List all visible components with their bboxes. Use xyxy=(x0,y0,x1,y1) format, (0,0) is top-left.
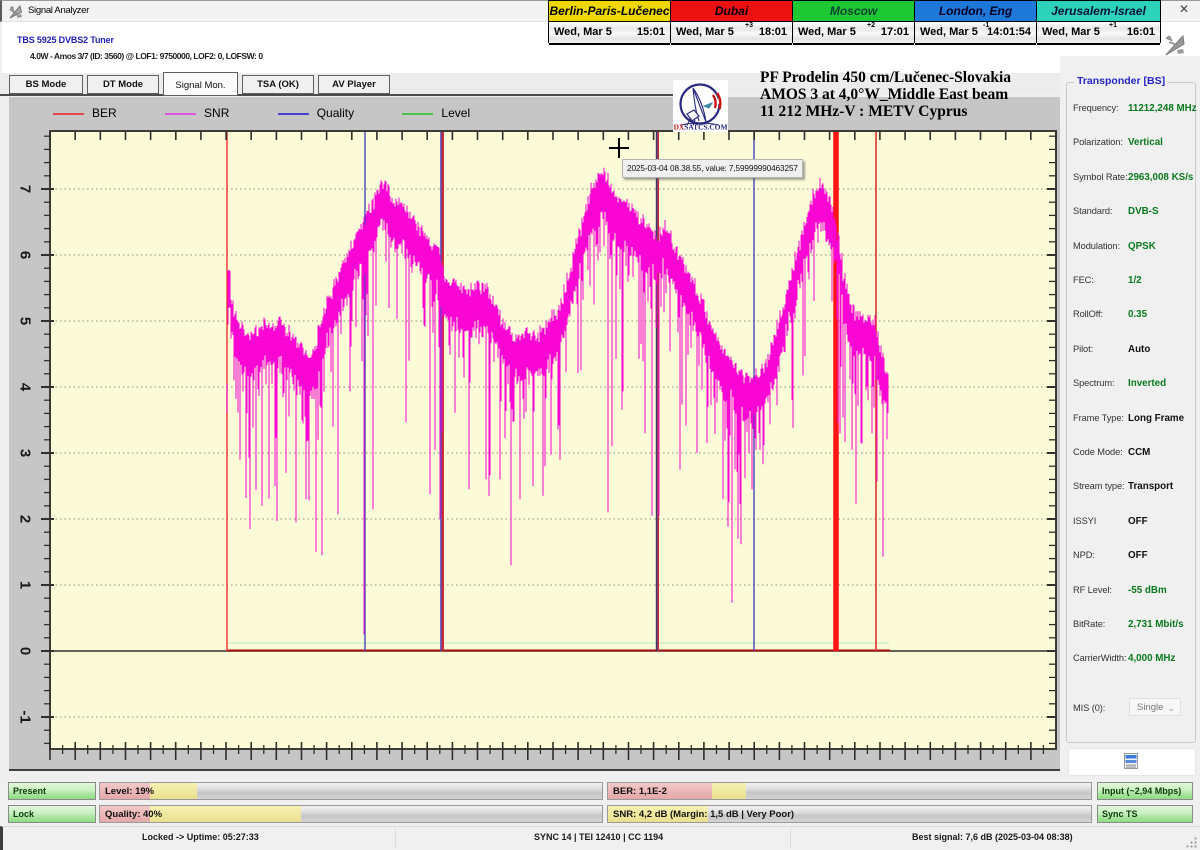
svg-text:DXSATCS.COM: DXSATCS.COM xyxy=(674,123,728,132)
svg-text:7: 7 xyxy=(17,185,34,193)
svg-text:4: 4 xyxy=(17,383,34,392)
svg-text:0: 0 xyxy=(17,647,34,655)
svg-text:6: 6 xyxy=(17,251,34,259)
svg-text:3: 3 xyxy=(17,449,34,457)
svg-text:1: 1 xyxy=(17,581,34,589)
svg-text:2: 2 xyxy=(17,515,34,523)
svg-text:-1: -1 xyxy=(17,710,34,723)
svg-text:5: 5 xyxy=(17,317,34,325)
